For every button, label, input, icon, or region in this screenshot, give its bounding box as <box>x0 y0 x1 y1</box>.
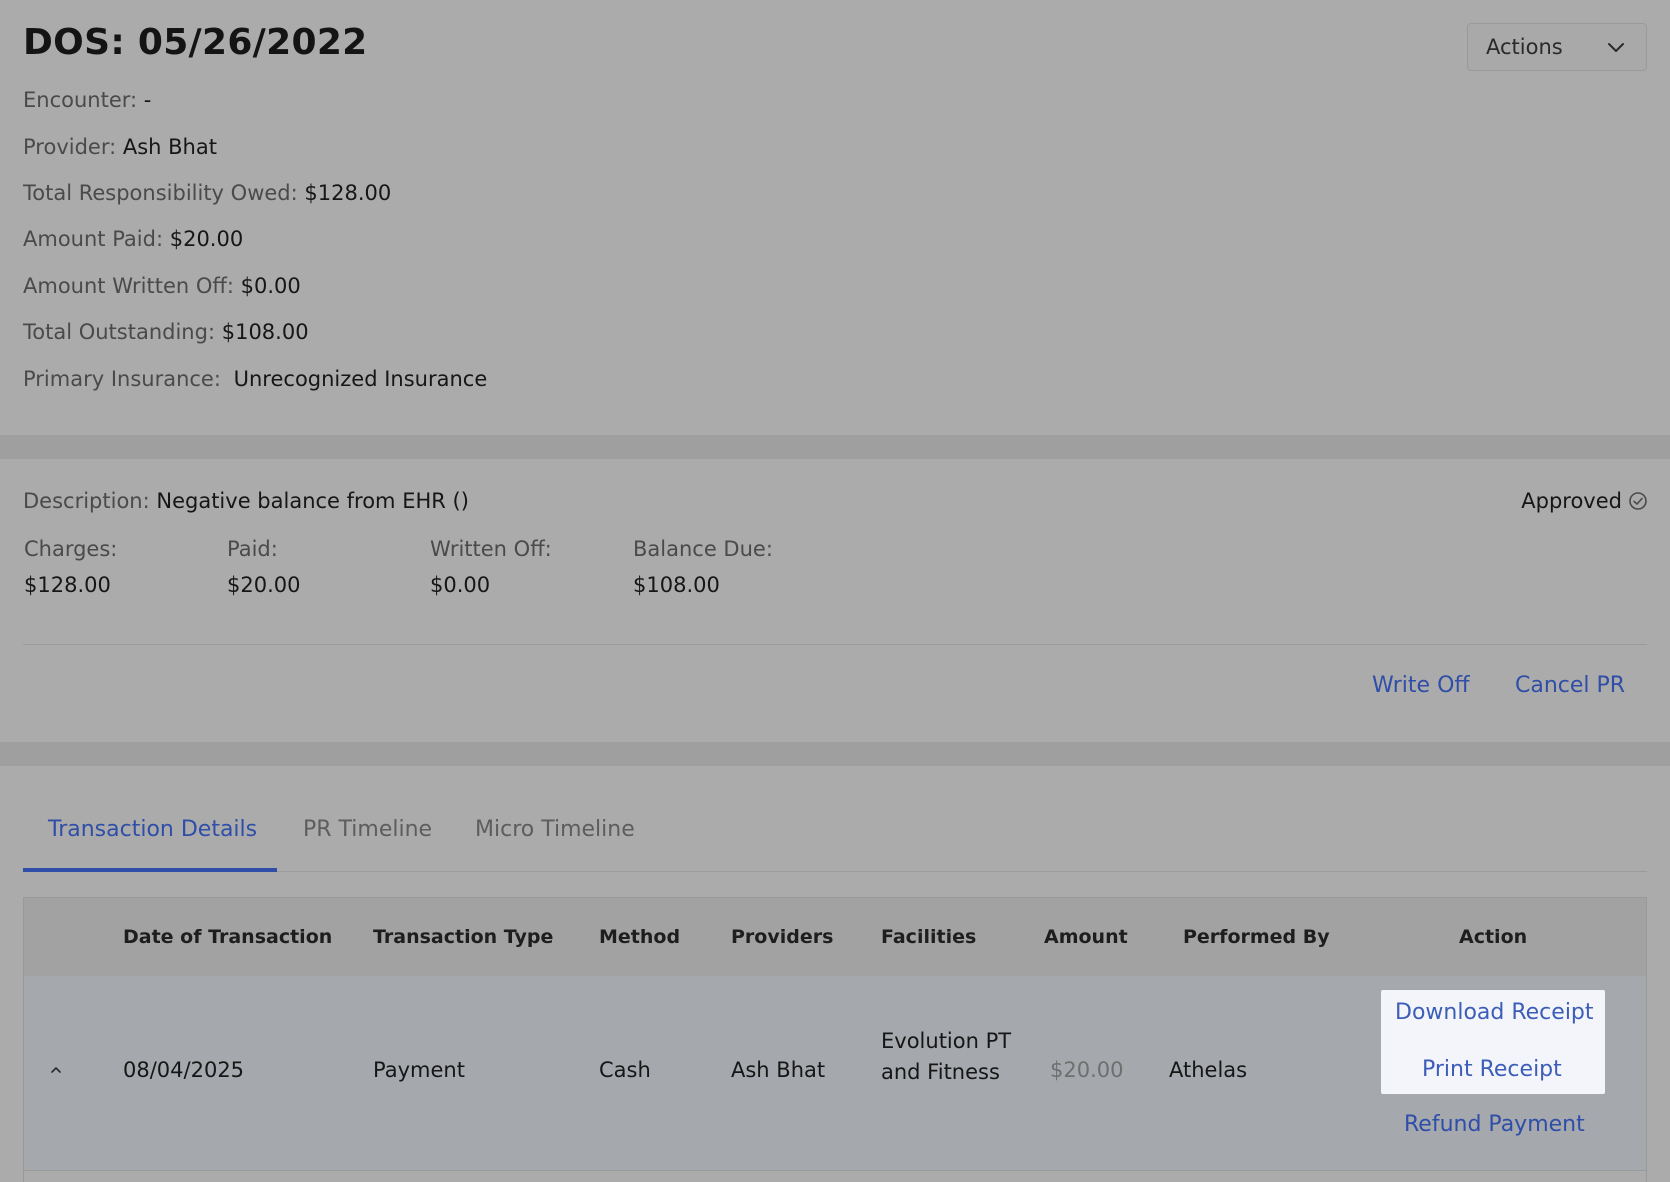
paid-stat: Paid: $20.00 <box>227 537 300 597</box>
cancel-pr-button[interactable]: Cancel PR <box>1515 673 1625 698</box>
column-header-type: Transaction Type <box>373 926 554 948</box>
cell-amount: $20.00 <box>1050 1058 1124 1082</box>
cell-date: 08/04/2025 <box>123 1058 245 1082</box>
section-separator <box>0 742 1670 766</box>
amount-written-off-row: Amount Written Off: $0.00 <box>23 274 301 298</box>
total-outstanding-label: Total Outstanding: <box>23 320 216 344</box>
tab-transaction-details[interactable]: Transaction Details <box>48 817 257 842</box>
page-title: DOS: 05/26/2022 <box>23 22 368 63</box>
table-row: 08/04/2025 Payment Cash Ash Bhat Evoluti… <box>24 976 1646 1171</box>
total-outstanding-row: Total Outstanding: $108.00 <box>23 320 309 344</box>
amount-written-off-label: Amount Written Off: <box>23 274 234 298</box>
amount-paid-value: $20.00 <box>169 227 244 251</box>
download-receipt-button[interactable]: Download Receipt <box>1395 1000 1594 1025</box>
primary-insurance-row: Primary Insurance: Unrecognized Insuranc… <box>23 367 487 391</box>
description-label: Description: <box>23 489 150 513</box>
total-outstanding-value: $108.00 <box>221 320 309 344</box>
provider-value: Ash Bhat <box>122 135 217 159</box>
transactions-section: Transaction Details PR Timeline Micro Ti… <box>0 767 1670 1182</box>
column-header-providers: Providers <box>731 926 834 948</box>
cell-method: Cash <box>599 1058 651 1082</box>
active-tab-indicator <box>23 868 277 872</box>
print-receipt-button[interactable]: Print Receipt <box>1422 1057 1562 1082</box>
charges-value: $128.00 <box>24 573 111 597</box>
receipt-menu: Download Receipt Print Receipt <box>1381 990 1605 1094</box>
column-header-amount: Amount <box>1044 926 1128 948</box>
refund-payment-button[interactable]: Refund Payment <box>1404 1112 1585 1137</box>
column-header-action: Action <box>1459 926 1528 948</box>
chevron-up-icon[interactable] <box>46 1060 66 1080</box>
written-off-stat: Written Off: $0.00 <box>430 537 552 597</box>
balance-due-value: $108.00 <box>633 573 720 597</box>
section-separator <box>0 435 1670 459</box>
paid-label: Paid: <box>227 537 278 561</box>
description-row: Description: Negative balance from EHR (… <box>23 489 469 513</box>
transactions-table: Date of Transaction Transaction Type Met… <box>23 897 1647 1182</box>
paid-value: $20.00 <box>227 573 301 597</box>
chevron-down-icon <box>1608 43 1624 52</box>
encounter-value: - <box>143 88 152 112</box>
primary-insurance-label: Primary Insurance: <box>23 367 221 391</box>
charges-label: Charges: <box>24 537 118 561</box>
balance-due-stat: Balance Due: $108.00 <box>633 537 773 597</box>
column-header-performed-by: Performed By <box>1183 926 1330 948</box>
written-off-label: Written Off: <box>430 537 552 561</box>
total-responsibility-value: $128.00 <box>304 181 392 205</box>
cell-performed-by: Athelas <box>1169 1058 1248 1082</box>
status-label: Approved <box>1521 489 1622 513</box>
encounter-row: Encounter: - <box>23 88 151 112</box>
amount-paid-label: Amount Paid: <box>23 227 164 251</box>
status-badge: Approved <box>1521 489 1648 513</box>
total-responsibility-label: Total Responsibility Owed: <box>23 181 298 205</box>
charges-stat: Charges: $128.00 <box>24 537 117 597</box>
write-off-button[interactable]: Write Off <box>1372 673 1470 698</box>
actions-dropdown[interactable]: Actions <box>1467 23 1647 71</box>
primary-insurance-value: Unrecognized Insurance <box>233 367 488 391</box>
tab-micro-timeline[interactable]: Micro Timeline <box>475 817 635 842</box>
column-header-facilities: Facilities <box>881 926 977 948</box>
description-value: Negative balance from EHR () <box>156 489 469 513</box>
divider <box>23 644 1647 645</box>
tab-bar: Transaction Details PR Timeline Micro Ti… <box>23 767 1647 872</box>
table-header: Date of Transaction Transaction Type Met… <box>24 898 1646 976</box>
provider-label: Provider: <box>23 135 117 159</box>
tab-pr-timeline[interactable]: PR Timeline <box>303 817 432 842</box>
total-responsibility-row: Total Responsibility Owed: $128.00 <box>23 181 391 205</box>
cell-type: Payment <box>373 1058 465 1082</box>
amount-paid-row: Amount Paid: $20.00 <box>23 227 243 251</box>
cell-facility: Evolution PT and Fitness <box>881 1029 1012 1084</box>
column-header-date: Date of Transaction <box>123 926 333 948</box>
balance-due-label: Balance Due: <box>633 537 773 561</box>
pr-card: Description: Negative balance from EHR (… <box>0 459 1670 742</box>
cell-provider: Ash Bhat <box>731 1058 826 1082</box>
amount-written-off-value: $0.00 <box>240 274 301 298</box>
provider-row: Provider: Ash Bhat <box>23 135 217 159</box>
check-circle-icon <box>1629 492 1647 510</box>
actions-label: Actions <box>1486 35 1563 59</box>
encounter-label: Encounter: <box>23 88 138 112</box>
column-header-method: Method <box>599 926 681 948</box>
dos-summary-section: DOS: 05/26/2022 Actions Encounter: - Pro… <box>0 0 1670 435</box>
written-off-value: $0.00 <box>430 573 491 597</box>
